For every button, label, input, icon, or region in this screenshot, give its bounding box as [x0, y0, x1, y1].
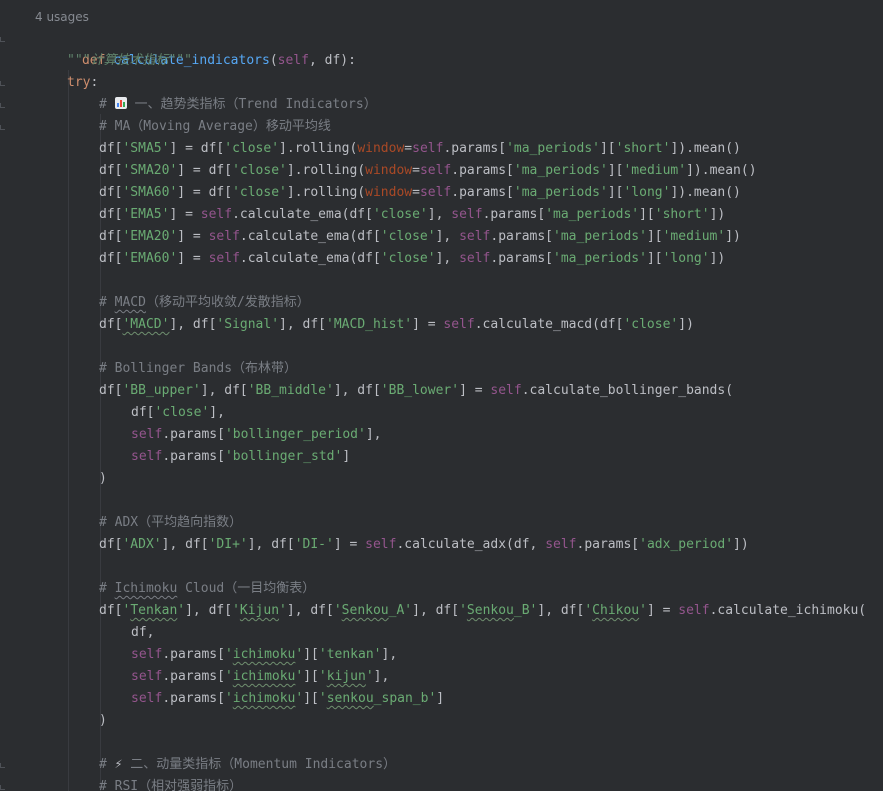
comment: # RSI（相对强弱指标）	[99, 779, 243, 791]
code-editor[interactable]: 4 usages def calculate_indicators(self, …	[0, 0, 883, 791]
comment: # ⚡ 二、动量类指标（Momentum Indicators）	[99, 757, 397, 772]
comment: # MACD（移动平均收敛/发散指标）	[99, 295, 310, 310]
code-line[interactable]: df['EMA20'] = self.calculate_ema(df['clo…	[0, 226, 883, 248]
fold-marker-icon[interactable]	[0, 763, 5, 768]
code-line[interactable]: # MA（Moving Average）移动平均线	[0, 116, 883, 138]
code-line[interactable]: # Bollinger Bands（布林带）	[0, 358, 883, 380]
code-line[interactable]: # ADX（平均趋向指数）	[0, 512, 883, 534]
code-line[interactable]: )	[0, 710, 883, 732]
code-line[interactable]: df['EMA5'] = self.calculate_ema(df['clos…	[0, 204, 883, 226]
code-line[interactable]: df['EMA60'] = self.calculate_ema(df['clo…	[0, 248, 883, 270]
comment: # ADX（平均趋向指数）	[99, 515, 243, 530]
code-line[interactable]: df['SMA60'] = df['close'].rolling(window…	[0, 182, 883, 204]
fold-marker-icon[interactable]	[0, 37, 5, 42]
keyword-try: try	[67, 75, 91, 90]
code-line[interactable]: # MACD（移动平均收敛/发散指标）	[0, 292, 883, 314]
code-line[interactable]: # RSI（相对强弱指标）	[0, 776, 883, 791]
code-line[interactable]: # 一、趋势类指标（Trend Indicators）	[0, 94, 883, 116]
code-line[interactable]: )	[0, 468, 883, 490]
code-line[interactable]: df['close'],	[0, 402, 883, 424]
code-line[interactable]: self.params['bollinger_period'],	[0, 424, 883, 446]
fold-marker-icon[interactable]	[0, 785, 5, 790]
comment: # Ichimoku Cloud（一目均衡表）	[99, 581, 316, 596]
code-line[interactable]: df['Tenkan'], df['Kijun'], df['Senkou_A'…	[0, 600, 883, 622]
code-line[interactable]: df,	[0, 622, 883, 644]
code-line[interactable]: # Ichimoku Cloud（一目均衡表）	[0, 578, 883, 600]
fold-marker-icon[interactable]	[0, 81, 5, 86]
usages-hint[interactable]: 4 usages	[35, 9, 89, 25]
code-line[interactable]: df['SMA5'] = df['close'].rolling(window=…	[0, 138, 883, 160]
fold-marker-icon[interactable]	[0, 103, 5, 108]
code-line[interactable]: self.params['ichimoku']['senkou_span_b']	[0, 688, 883, 710]
code-line[interactable]: def calculate_indicators(self, df):	[0, 28, 883, 68]
code-line[interactable]: df['SMA20'] = df['close'].rolling(window…	[0, 160, 883, 182]
comment: # 一、趋势类指标（Trend Indicators）	[99, 97, 377, 112]
code-line[interactable]: df['MACD'], df['Signal'], df['MACD_hist'…	[0, 314, 883, 336]
code-line[interactable]: df['ADX'], df['DI+'], df['DI-'] = self.c…	[0, 534, 883, 556]
code-line[interactable]: # ⚡ 二、动量类指标（Momentum Indicators）	[0, 754, 883, 776]
comment: # MA（Moving Average）移动平均线	[99, 119, 331, 134]
code-line[interactable]: """计算技术指标"""	[0, 50, 883, 72]
code-line[interactable]: try:	[0, 72, 883, 94]
comment: # Bollinger Bands（布林带）	[99, 361, 298, 376]
fold-marker-icon[interactable]	[0, 125, 5, 130]
docstring: """计算技术指标"""	[67, 53, 192, 68]
code-line[interactable]: df['BB_upper'], df['BB_middle'], df['BB_…	[0, 380, 883, 402]
code-line[interactable]: self.params['ichimoku']['kijun'],	[0, 666, 883, 688]
code-line[interactable]: self.params['ichimoku']['tenkan'],	[0, 644, 883, 666]
code-line[interactable]: self.params['bollinger_std']	[0, 446, 883, 468]
bar-chart-emoji-icon	[114, 97, 127, 109]
